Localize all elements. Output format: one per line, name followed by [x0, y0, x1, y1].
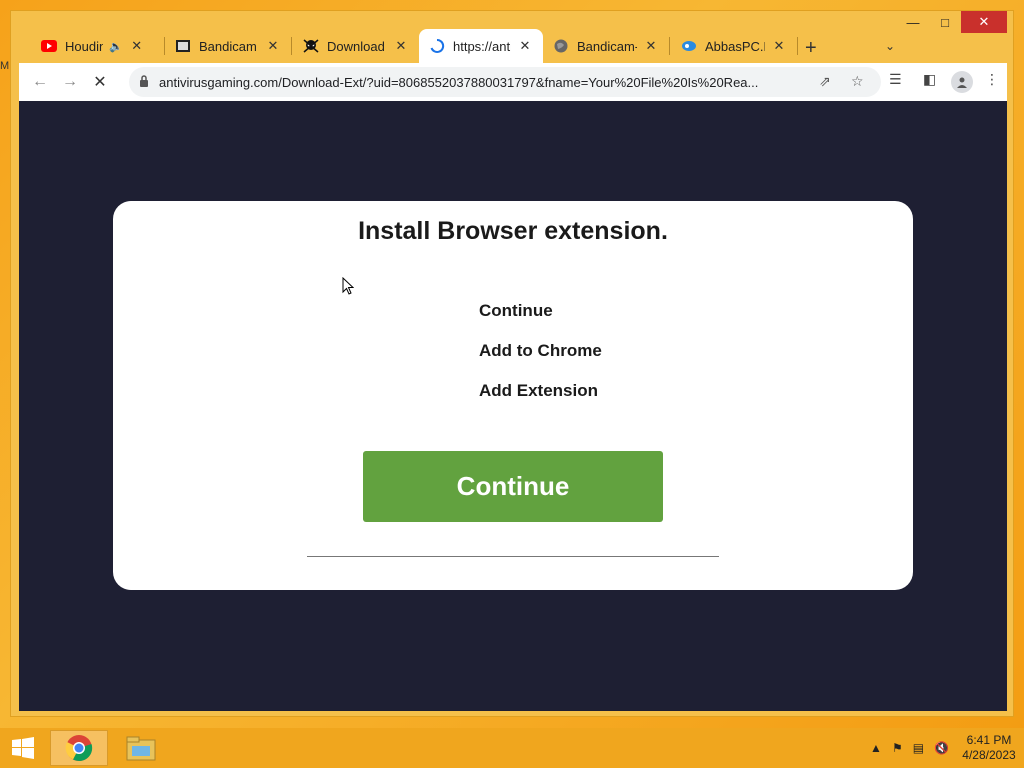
media-queue-icon[interactable]: ☰	[889, 71, 902, 88]
tab-active[interactable]: https://antiv ✕	[419, 29, 543, 63]
close-tab-icon[interactable]: ✕	[265, 38, 281, 54]
abbaspc-icon	[681, 38, 697, 54]
loading-spinner-icon	[429, 38, 445, 54]
stop-loading-icon[interactable]: ✕	[85, 67, 115, 97]
tab-title: Download	[327, 38, 385, 54]
tab-title: Bandicam-C	[577, 38, 637, 54]
menu-kebab-icon[interactable]: ⋮	[985, 71, 999, 88]
step-item: Continue	[479, 301, 553, 320]
step-item: Add to Chrome	[479, 341, 602, 360]
tab-bandicam-2[interactable]: Bandicam-C ✕	[543, 29, 669, 63]
clock-date: 4/28/2023	[962, 748, 1016, 762]
bandicam-icon	[175, 38, 191, 54]
close-tab-icon[interactable]: ✕	[643, 38, 659, 54]
clock[interactable]: 6:41 PM 4/28/2023	[954, 733, 1024, 763]
new-tab-button[interactable]: +	[805, 37, 817, 60]
desktop-edge-label: M	[0, 60, 10, 72]
network-icon[interactable]: ▤	[913, 741, 924, 755]
taskbar: ▲ ⚑ ▤ 🔇 6:41 PM 4/28/2023	[0, 728, 1024, 768]
tab-download[interactable]: Download ✕	[293, 29, 419, 63]
url-text: antivirusgaming.com/Download-Ext/?uid=80…	[159, 74, 759, 90]
side-panel-icon[interactable]: ◧	[923, 71, 936, 88]
lock-icon	[139, 74, 149, 90]
tab-title: Houdini	[65, 38, 103, 54]
bookmark-star-icon[interactable]: ☆	[851, 73, 864, 90]
divider	[307, 556, 719, 557]
tab-abbaspc[interactable]: AbbasPC.N ✕	[671, 29, 797, 63]
browser-toolbar: ← → ✕ antivirusgaming.com/Download-Ext/?…	[19, 63, 1007, 101]
volume-muted-icon[interactable]: 🔇	[934, 741, 949, 755]
close-tab-icon[interactable]: ✕	[129, 38, 145, 54]
tab-title: Bandicam C	[199, 38, 259, 54]
tab-houdini[interactable]: Houdini 🔈 ✕	[31, 29, 159, 63]
dialog-heading: Install Browser extension.	[358, 217, 668, 245]
close-tab-icon[interactable]: ✕	[393, 38, 409, 54]
step-item: Add Extension	[479, 381, 599, 400]
windows-start-icon[interactable]	[0, 728, 46, 768]
browser-window: — □ ✕ Houdini 🔈 ✕ Bandicam C ✕ Download	[10, 10, 1014, 717]
share-icon[interactable]: ⇗	[819, 73, 831, 90]
profile-avatar-icon[interactable]	[951, 71, 973, 93]
tab-title: AbbasPC.N	[705, 38, 765, 54]
skull-icon	[303, 38, 319, 54]
clock-time: 6:41 PM	[966, 733, 1012, 747]
tab-bandicam-1[interactable]: Bandicam C ✕	[165, 29, 291, 63]
close-tab-icon[interactable]: ✕	[771, 38, 787, 54]
continue-button[interactable]: Continue	[363, 451, 663, 522]
globe-icon	[553, 38, 569, 54]
tab-strip: Houdini 🔈 ✕ Bandicam C ✕ Download ✕ http…	[19, 19, 1005, 63]
close-tab-icon[interactable]: ✕	[517, 38, 533, 54]
page-viewport: Install Browser extension. Continue Add …	[19, 101, 1007, 711]
taskbar-chrome-icon[interactable]	[50, 730, 108, 766]
back-arrow-icon[interactable]: ←	[25, 67, 55, 97]
show-hidden-icons-icon[interactable]: ▲	[870, 741, 882, 755]
forward-arrow-icon[interactable]: →	[55, 67, 85, 97]
address-bar[interactable]: antivirusgaming.com/Download-Ext/?uid=80…	[129, 67, 881, 97]
install-extension-dialog: Install Browser extension. Continue Add …	[113, 201, 913, 590]
mouse-cursor-icon	[342, 277, 354, 295]
tab-search-chevron-icon[interactable]: ⌄	[885, 39, 895, 53]
action-center-flag-icon[interactable]: ⚑	[892, 741, 903, 755]
tab-title: https://antiv	[453, 38, 511, 54]
steps-list: Continue Add to Chrome Add Extension	[479, 301, 602, 421]
speaker-icon[interactable]: 🔈	[109, 40, 123, 53]
system-tray: ▲ ⚑ ▤ 🔇 6:41 PM 4/28/2023	[865, 728, 1024, 768]
taskbar-file-explorer-icon[interactable]	[112, 730, 170, 766]
youtube-icon	[41, 38, 57, 54]
